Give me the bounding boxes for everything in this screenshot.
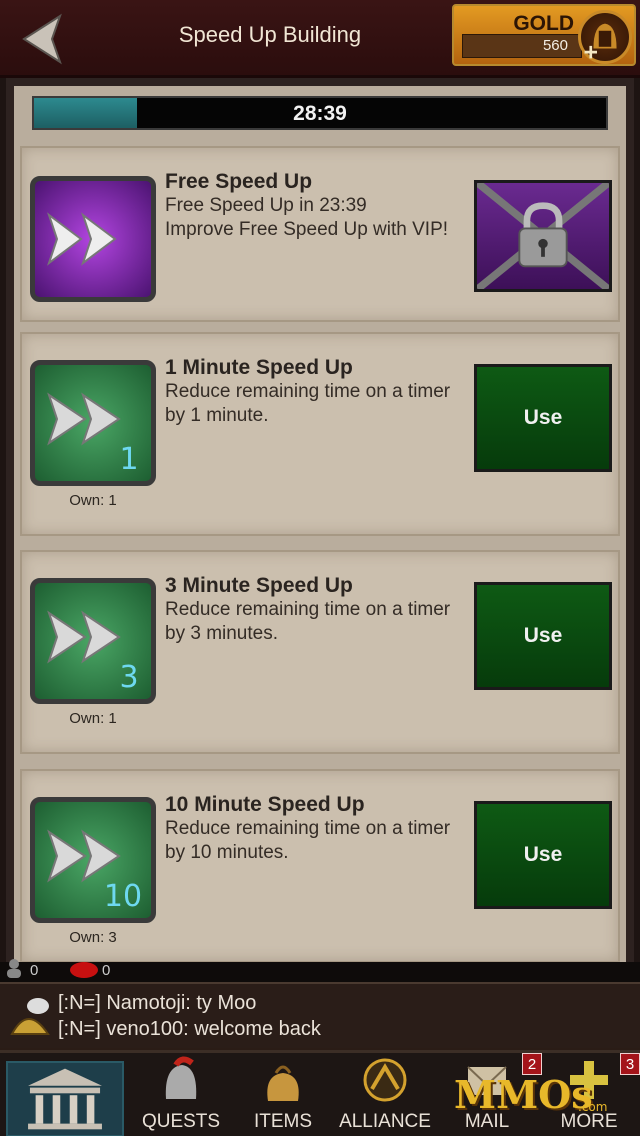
gold-balance-button[interactable]: GOLD 560 (452, 4, 636, 66)
icon-number: 1 (119, 442, 138, 477)
own-count: Own: 1 (69, 710, 117, 727)
use-button[interactable]: Use (474, 364, 612, 472)
item-card-1-minute: 1 Own: 1 1 Minute Speed Up Reduce remain… (20, 332, 620, 536)
players-count: 0 (30, 962, 39, 979)
back-button[interactable] (18, 10, 80, 68)
city-button[interactable] (6, 1061, 124, 1136)
add-gold-icon[interactable] (578, 10, 632, 64)
speed-up-1-icon: 1 (30, 360, 156, 486)
nav-quests[interactable]: QUESTS (132, 1055, 230, 1136)
nav-alliance[interactable]: ALLIANCE (336, 1055, 434, 1136)
helmet-icon (165, 1056, 197, 1099)
more-badge: 3 (620, 1053, 640, 1075)
watermark-logo: MMOs (454, 1072, 593, 1117)
timer-text: 28:39 (293, 102, 347, 125)
item-description: Reduce remaining time on a timer by 10 m… (165, 818, 451, 863)
own-count: Own: 1 (69, 492, 117, 509)
item-title: 10 Minute Speed Up (165, 793, 365, 816)
item-card-10-minute: 10 Own: 3 10 Minute Speed Up Reduce rema… (20, 769, 620, 963)
chat-panel[interactable]: [:N=] Namotoji: ty Moo [:N=] veno100: we… (0, 982, 640, 1048)
timer-progress-bar: 28:39 (32, 96, 608, 130)
item-description: Reduce remaining time on a timer by 3 mi… (165, 599, 451, 644)
locked-button[interactable] (474, 180, 612, 292)
chat-line-2: [:N=] veno100: welcome back (58, 1018, 321, 1040)
use-button[interactable]: Use (474, 801, 612, 909)
item-description: Free Speed Up in 23:39 Improve Free Spee… (165, 195, 449, 240)
item-title: 1 Minute Speed Up (165, 356, 353, 379)
icon-number: 3 (119, 660, 138, 695)
chat-icon (10, 998, 50, 1035)
back-arrow-icon (22, 13, 62, 65)
person-icon (7, 959, 21, 978)
nav-label: ITEMS (253, 1111, 313, 1132)
use-button[interactable]: Use (474, 582, 612, 690)
bag-icon (267, 1065, 299, 1101)
message-bubble-icon (70, 962, 98, 978)
nav-items[interactable]: ITEMS (234, 1055, 332, 1136)
lock-icon (475, 180, 611, 292)
free-speed-up-icon (30, 176, 156, 302)
nav-label: QUESTS (141, 1111, 221, 1132)
alliance-icon (363, 1058, 407, 1102)
icon-number: 10 (104, 879, 142, 914)
item-title: Free Speed Up (165, 170, 313, 193)
speed-up-10-icon: 10 (30, 797, 156, 923)
gold-label: GOLD (513, 12, 574, 35)
chat-line-1: [:N=] Namotoji: ty Moo (58, 992, 257, 1014)
header: Speed Up Building GOLD 560 (0, 0, 640, 78)
building-icon (28, 1068, 102, 1130)
own-count: Own: 3 (69, 929, 117, 946)
messages-count: 0 (102, 962, 111, 979)
item-description: Reduce remaining time on a timer by 1 mi… (165, 381, 451, 426)
nav-label: ALLIANCE (339, 1111, 431, 1132)
item-card-3-minute: 3 Own: 1 3 Minute Speed Up Reduce remain… (20, 550, 620, 754)
gold-value: 560 (542, 37, 568, 54)
item-card-free-speed-up: Free Speed Up Free Speed Up in 23:39 Imp… (20, 146, 620, 322)
watermark-suffix: .com (578, 1100, 608, 1114)
page-title: Speed Up Building (178, 22, 362, 47)
speed-up-3-icon: 3 (30, 578, 156, 704)
item-title: 3 Minute Speed Up (165, 574, 353, 597)
